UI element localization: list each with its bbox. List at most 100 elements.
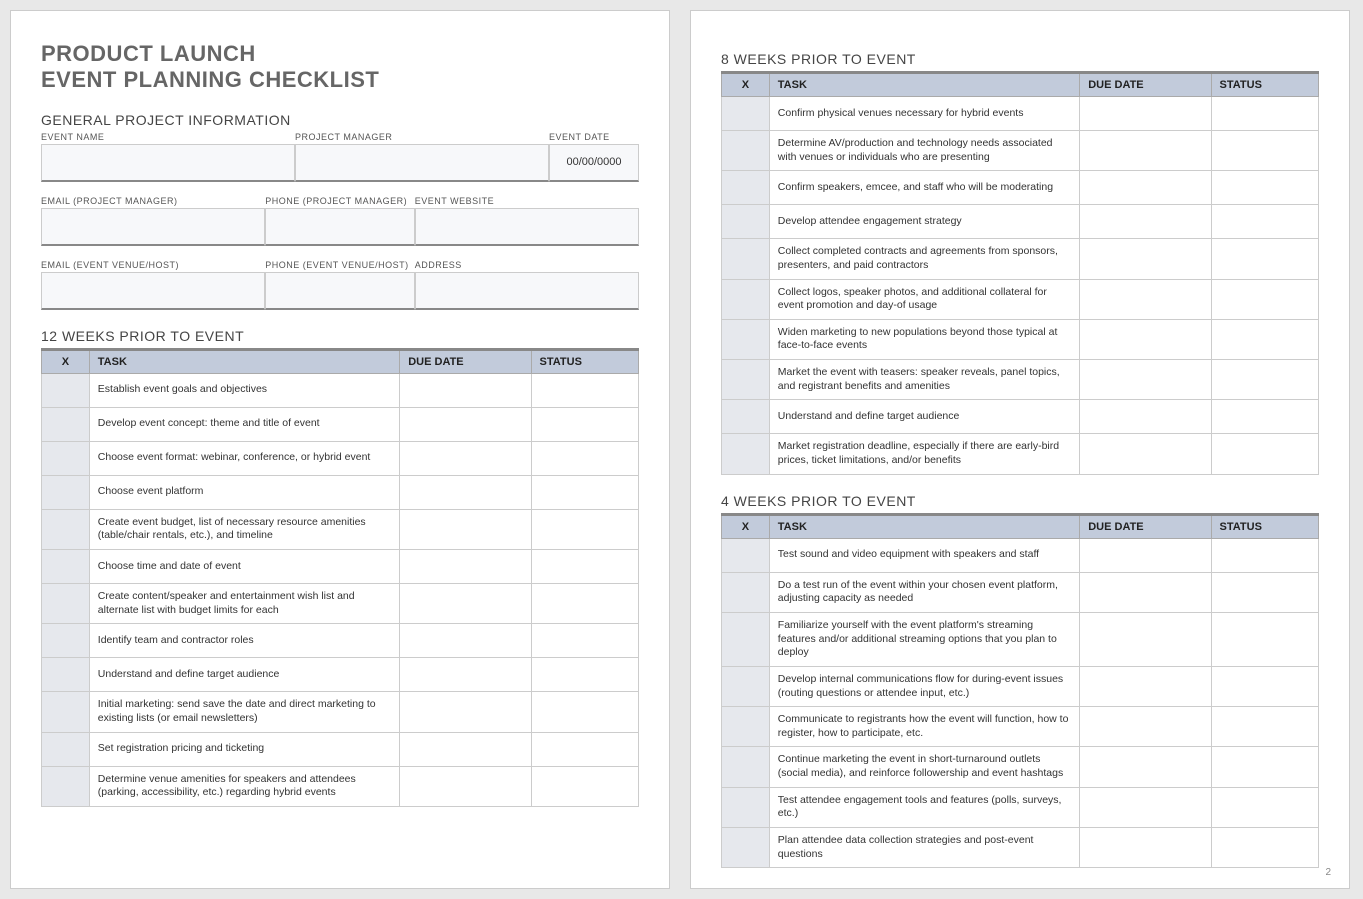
checkbox-cell[interactable] <box>722 400 770 434</box>
status-cell[interactable] <box>531 441 638 475</box>
due-cell[interactable] <box>1080 360 1211 400</box>
due-cell[interactable] <box>1080 97 1211 131</box>
status-cell[interactable] <box>1211 400 1318 434</box>
due-cell[interactable] <box>400 407 531 441</box>
due-cell[interactable] <box>1080 131 1211 171</box>
checkbox-cell[interactable] <box>42 766 90 806</box>
due-cell[interactable] <box>1080 400 1211 434</box>
due-cell[interactable] <box>400 692 531 732</box>
status-cell[interactable] <box>531 658 638 692</box>
event-website-input[interactable] <box>415 208 639 246</box>
due-cell[interactable] <box>400 509 531 549</box>
phone-pm-input[interactable] <box>265 208 415 246</box>
due-cell[interactable] <box>1080 612 1211 666</box>
checkbox-cell[interactable] <box>722 171 770 205</box>
status-cell[interactable] <box>1211 828 1318 868</box>
due-cell[interactable] <box>1080 707 1211 747</box>
checkbox-cell[interactable] <box>722 538 770 572</box>
address-input[interactable] <box>415 272 639 310</box>
due-cell[interactable] <box>1080 747 1211 787</box>
status-cell[interactable] <box>1211 205 1318 239</box>
due-cell[interactable] <box>400 550 531 584</box>
checkbox-cell[interactable] <box>722 747 770 787</box>
due-cell[interactable] <box>400 475 531 509</box>
status-cell[interactable] <box>1211 97 1318 131</box>
checkbox-cell[interactable] <box>42 584 90 624</box>
status-cell[interactable] <box>1211 572 1318 612</box>
status-cell[interactable] <box>531 692 638 732</box>
checkbox-cell[interactable] <box>722 279 770 319</box>
status-cell[interactable] <box>1211 360 1318 400</box>
status-cell[interactable] <box>1211 747 1318 787</box>
status-cell[interactable] <box>531 584 638 624</box>
due-cell[interactable] <box>1080 572 1211 612</box>
checkbox-cell[interactable] <box>42 732 90 766</box>
status-cell[interactable] <box>531 732 638 766</box>
status-cell[interactable] <box>1211 319 1318 359</box>
email-venue-input[interactable] <box>41 272 265 310</box>
checkbox-cell[interactable] <box>42 475 90 509</box>
due-cell[interactable] <box>1080 205 1211 239</box>
status-cell[interactable] <box>1211 239 1318 279</box>
checkbox-cell[interactable] <box>42 624 90 658</box>
checkbox-cell[interactable] <box>42 509 90 549</box>
status-cell[interactable] <box>531 766 638 806</box>
checkbox-cell[interactable] <box>42 373 90 407</box>
due-cell[interactable] <box>400 584 531 624</box>
checkbox-cell[interactable] <box>722 572 770 612</box>
status-cell[interactable] <box>1211 787 1318 827</box>
event-name-input[interactable] <box>41 144 295 182</box>
due-cell[interactable] <box>400 732 531 766</box>
checkbox-cell[interactable] <box>722 205 770 239</box>
event-date-input[interactable]: 00/00/0000 <box>549 144 639 182</box>
status-cell[interactable] <box>531 550 638 584</box>
due-cell[interactable] <box>1080 666 1211 706</box>
email-pm-input[interactable] <box>41 208 265 246</box>
due-cell[interactable] <box>1080 239 1211 279</box>
due-cell[interactable] <box>400 441 531 475</box>
checkbox-cell[interactable] <box>722 828 770 868</box>
status-cell[interactable] <box>1211 279 1318 319</box>
status-cell[interactable] <box>531 624 638 658</box>
project-manager-input[interactable] <box>295 144 549 182</box>
due-cell[interactable] <box>400 766 531 806</box>
checkbox-cell[interactable] <box>722 239 770 279</box>
checkbox-cell[interactable] <box>42 658 90 692</box>
checkbox-cell[interactable] <box>722 707 770 747</box>
checkbox-cell[interactable] <box>722 131 770 171</box>
due-cell[interactable] <box>1080 538 1211 572</box>
checkbox-cell[interactable] <box>722 612 770 666</box>
status-cell[interactable] <box>1211 538 1318 572</box>
due-cell[interactable] <box>1080 828 1211 868</box>
due-cell[interactable] <box>1080 434 1211 474</box>
due-cell[interactable] <box>1080 279 1211 319</box>
due-cell[interactable] <box>400 373 531 407</box>
status-cell[interactable] <box>1211 434 1318 474</box>
phone-venue-input[interactable] <box>265 272 415 310</box>
due-cell[interactable] <box>400 624 531 658</box>
status-cell[interactable] <box>1211 171 1318 205</box>
status-cell[interactable] <box>1211 131 1318 171</box>
checkbox-cell[interactable] <box>722 97 770 131</box>
due-cell[interactable] <box>1080 787 1211 827</box>
status-cell[interactable] <box>531 373 638 407</box>
due-cell[interactable] <box>1080 171 1211 205</box>
status-cell[interactable] <box>1211 666 1318 706</box>
due-cell[interactable] <box>1080 319 1211 359</box>
checkbox-cell[interactable] <box>42 692 90 732</box>
status-cell[interactable] <box>1211 707 1318 747</box>
due-cell[interactable] <box>400 658 531 692</box>
checkbox-cell[interactable] <box>42 441 90 475</box>
status-cell[interactable] <box>531 407 638 441</box>
checkbox-cell[interactable] <box>722 787 770 827</box>
checkbox-cell[interactable] <box>42 550 90 584</box>
checkbox-cell[interactable] <box>722 666 770 706</box>
checkbox-cell[interactable] <box>722 434 770 474</box>
checkbox-cell[interactable] <box>42 407 90 441</box>
status-cell[interactable] <box>531 509 638 549</box>
document-title: PRODUCT LAUNCH EVENT PLANNING CHECKLIST <box>41 41 639 94</box>
checkbox-cell[interactable] <box>722 360 770 400</box>
status-cell[interactable] <box>1211 612 1318 666</box>
status-cell[interactable] <box>531 475 638 509</box>
checkbox-cell[interactable] <box>722 319 770 359</box>
